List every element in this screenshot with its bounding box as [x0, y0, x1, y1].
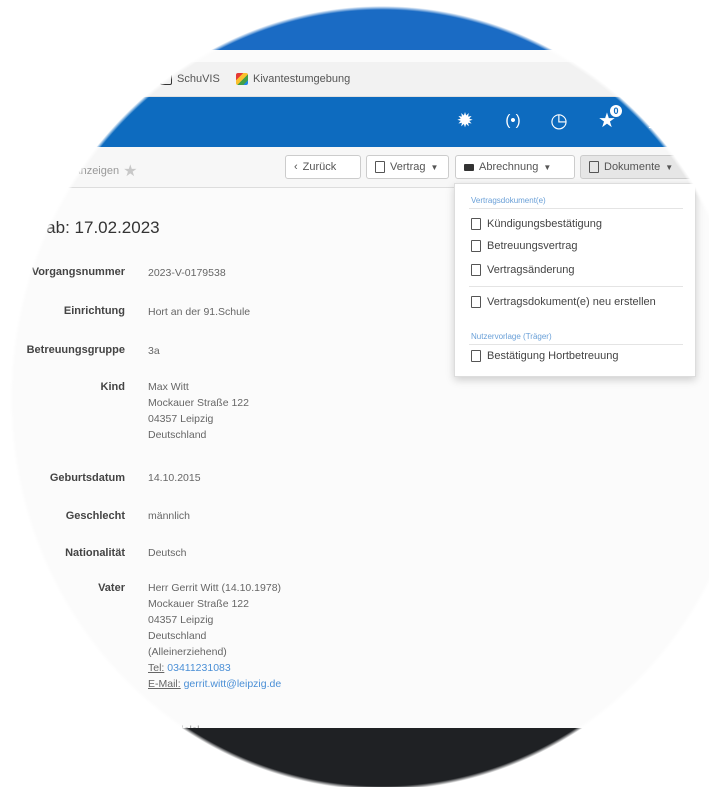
- menu-item-bestaetigung-hortbetreuung[interactable]: Bestätigung Hortbetreuung: [471, 350, 618, 362]
- dropdown-divider: [469, 344, 683, 345]
- tel-link[interactable]: 03411231083: [167, 662, 230, 674]
- label-geschlecht: Geschlecht: [65, 510, 125, 522]
- back-button[interactable]: ‹ Zurück: [285, 155, 361, 179]
- browser-window: SchuVIS Kivantestumgebung ✹ (•) ◷ ★ 0 ⤓ g…: [0, 0, 709, 787]
- vater-note: (Alleinerziehend): [148, 646, 227, 658]
- anzeigen-label: Anzeigen: [73, 165, 120, 177]
- document-icon: [375, 161, 385, 173]
- mail-link[interactable]: gerrit.witt@leipzig.de: [184, 678, 282, 690]
- star-icon[interactable]: ★ 0: [594, 105, 622, 133]
- dokumente-dropdown-menu: Vertragsdokument(e) Kündigungsbestätigun…: [454, 183, 696, 377]
- value-geburtsdatum: 14.10.2015: [148, 472, 201, 484]
- value-vater: Herr Gerrit Witt (14.10.1978) Mockauer S…: [148, 580, 281, 692]
- vater-tel: Tel: 03411231083: [148, 660, 281, 676]
- chevron-left-icon: ‹: [294, 161, 298, 173]
- vertrag-label: Vertrag: [390, 161, 426, 173]
- value-betreuungsgruppe: 3a: [148, 345, 160, 357]
- value-nationalitaet: Deutsch: [148, 547, 187, 559]
- page-title: g ab: 17.02.2023: [32, 218, 160, 237]
- bookmark-kivantestumgebung[interactable]: Kivantestumgebung: [236, 73, 350, 85]
- bug-icon[interactable]: ✹: [452, 109, 478, 133]
- kind-name: Max Witt: [148, 381, 189, 393]
- vertrag-dropdown-button[interactable]: Vertrag ▼: [366, 155, 449, 179]
- dropdown-header-vertragsdokumente: Vertragsdokument(e): [471, 196, 546, 205]
- menu-item-vertragsaenderung[interactable]: Vertragsänderung: [471, 264, 574, 276]
- monitor-bezel-bottom: [150, 728, 709, 787]
- vater-country: Deutschland: [148, 630, 207, 642]
- document-icon: [471, 296, 481, 308]
- label-kind: Kind: [100, 381, 125, 393]
- caret-down-icon: ▼: [665, 162, 674, 172]
- abrechnung-dropdown-button[interactable]: Abrechnung ▼: [455, 155, 575, 179]
- menu-item-label: Bestätigung Hortbetreuung: [487, 350, 619, 362]
- abrechnung-label: Abrechnung: [479, 161, 539, 173]
- menu-item-label: Vertragsänderung: [487, 264, 575, 276]
- document-icon: [589, 161, 599, 173]
- document-icon: [471, 264, 481, 276]
- favorite-star-icon[interactable]: ★: [123, 161, 137, 181]
- clock-icon[interactable]: ◷: [546, 109, 572, 133]
- label-einrichtung: Einrichtung: [63, 305, 125, 317]
- label-betreuungsgruppe: Betreuungsgruppe: [26, 344, 125, 356]
- label-vorgangsnummer: Vorgangsnummer: [31, 266, 125, 278]
- download-icon[interactable]: ⤓: [640, 109, 666, 133]
- doc-icon: [160, 73, 172, 85]
- feather-icon: [236, 73, 248, 85]
- menu-item-betreuungsvertrag[interactable]: Betreuungsvertrag: [471, 240, 578, 252]
- bookmark-label: Kivantestumgebung: [253, 73, 351, 85]
- document-icon: [471, 350, 481, 362]
- bookmarks-bar: SchuVIS Kivantestumgebung: [90, 62, 709, 97]
- value-geschlecht: männlich: [148, 510, 191, 522]
- label-geburtsdatum: Geburtsdatum: [49, 472, 125, 484]
- vater-street: Mockauer Straße 122: [148, 598, 249, 610]
- kind-city: 04357 Leipzig: [148, 413, 214, 425]
- menu-item-label: Kündigungsbestätigung: [487, 218, 602, 230]
- tel-label: Tel:: [148, 662, 165, 674]
- caret-down-icon: ▼: [543, 162, 552, 172]
- action-toolbar: g Anzeigen ★ ‹ Zurück Vertrag ▼ Abrechnu…: [0, 147, 709, 188]
- dropdown-header-nutzervorlage: Nutzervorlage (Träger): [471, 332, 552, 341]
- label-vater: Vater: [98, 582, 125, 594]
- value-kind: Max Witt Mockauer Straße 122 04357 Leipz…: [148, 379, 249, 443]
- label-nationalitaet: Nationalität: [65, 547, 125, 559]
- app-header: ✹ (•) ◷ ★ 0 ⤓: [40, 97, 709, 147]
- document-icon: [471, 240, 481, 252]
- document-icon: [471, 218, 481, 230]
- photo-of-screen: SchuVIS Kivantestumgebung ✹ (•) ◷ ★ 0 ⤓ g…: [0, 0, 709, 787]
- video-icon: [464, 163, 474, 171]
- menu-item-label: Betreuungsvertrag: [487, 240, 578, 252]
- menu-item-kuendigungsbestaetigung[interactable]: Kündigungsbestätigung: [471, 218, 602, 230]
- dropdown-divider: [469, 208, 683, 209]
- vater-name: Herr Gerrit Witt (14.10.1978): [148, 582, 282, 594]
- bookmark-schuvis[interactable]: SchuVIS: [160, 73, 220, 85]
- dropdown-divider: [469, 286, 683, 287]
- bookmark-label: SchuVIS: [177, 73, 220, 85]
- monitor-bezel-top: [170, 0, 590, 50]
- anzeigen-link[interactable]: g Anzeigen ★: [62, 161, 137, 181]
- vater-city: 04357 Leipzig: [148, 614, 214, 626]
- dokumente-label: Dokumente: [604, 161, 661, 173]
- menu-item-label: Vertragsdokument(e) neu erstellen: [487, 296, 656, 308]
- caret-down-icon: ▼: [430, 162, 439, 172]
- kind-street: Mockauer Straße 122: [148, 397, 249, 409]
- truncated-prefix: g: [62, 163, 70, 179]
- dokumente-dropdown-button[interactable]: Dokumente ▼: [580, 155, 694, 179]
- value-vorgangsnummer: 2023-V-0179538: [148, 267, 226, 279]
- value-einrichtung: Hort an der 91.Schule: [148, 306, 251, 318]
- menu-item-neu-erstellen[interactable]: Vertragsdokument(e) neu erstellen: [471, 296, 656, 308]
- notification-badge: 0: [610, 105, 622, 117]
- kind-country: Deutschland: [148, 429, 207, 441]
- back-label: Zurück: [302, 161, 337, 173]
- vater-mail: E-Mail: gerrit.witt@leipzig.de: [148, 676, 281, 692]
- mail-label: E-Mail:: [148, 678, 181, 690]
- broadcast-icon[interactable]: (•): [500, 109, 526, 133]
